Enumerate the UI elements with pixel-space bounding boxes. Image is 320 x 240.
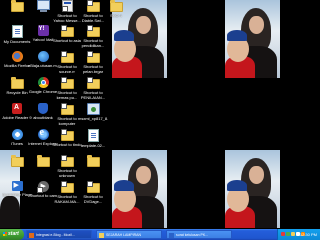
doc-icon	[87, 129, 99, 142]
desktop-icon-label: Shortcut to pendidikan...	[81, 38, 105, 48]
ql-icon	[11, 181, 23, 191]
folder-icon	[86, 155, 100, 167]
desktop-icon-label: template-02...	[80, 143, 106, 148]
shield-icon	[38, 103, 48, 114]
folder-icon	[60, 129, 74, 141]
folder-icon	[60, 77, 74, 89]
doc-icon	[11, 25, 23, 38]
desktop-icon[interactable]: template-02...	[78, 129, 108, 158]
folder-icon	[86, 0, 100, 12]
desktop-icon[interactable]: Shortcut to DVDage...	[78, 181, 108, 210]
system-tray: 12:30 PM	[277, 229, 320, 240]
taskbar-window-button[interactable]: Integrasi e-Blog - Mozil...	[26, 230, 92, 239]
taskbar-window-button[interactable]: surat kelulusan PK...	[166, 230, 232, 239]
computer-icon	[36, 0, 50, 12]
folder-icon	[109, 0, 123, 12]
folder-icon	[60, 103, 74, 115]
desktop-icon-label: Shortcut to PENILAIAN...	[80, 90, 106, 100]
firefox-icon	[11, 51, 23, 62]
desktop-icon[interactable]: msxml_xp817_8...	[78, 103, 108, 132]
desktop: My DocumentsMozilla FirefoxRecycle BinAd…	[0, 0, 320, 229]
desktop-icon-label: Shortcut to DVDage...	[83, 194, 103, 204]
tray-icon[interactable]	[291, 232, 295, 236]
windows-logo-icon	[3, 231, 7, 236]
media-icon	[36, 181, 49, 193]
window-icon	[29, 233, 34, 238]
desktop-icon[interactable]: Shortcut to pendidikan...	[78, 25, 108, 54]
desktop-icon-label: msxml_xp817_8...	[78, 116, 108, 121]
desktop-icon[interactable]	[78, 155, 108, 184]
taskbar-window-label: SEJARAH LAMPIRAN	[106, 233, 142, 237]
ie-icon	[37, 127, 49, 140]
folder-icon	[86, 77, 100, 89]
desktop-icon-label: Shortcut to pelan.brgar	[82, 64, 104, 74]
folder-icon	[10, 77, 24, 89]
yahoo-icon	[37, 25, 49, 36]
window-icon	[169, 233, 174, 238]
desktop-icon[interactable]: SKO 4	[101, 0, 131, 29]
start-label: start	[8, 231, 19, 237]
folder-icon	[60, 181, 74, 193]
folder-icon	[10, 155, 24, 167]
wallpaper-photo	[225, 150, 280, 228]
itunes-icon	[11, 129, 23, 140]
wallpaper-photo	[112, 150, 167, 228]
wallpaper-photo	[225, 0, 280, 78]
tray-icon[interactable]	[286, 232, 290, 236]
desktop-icon[interactable]: Shortcut to PENILAIAN...	[78, 77, 108, 106]
folder-icon	[86, 181, 100, 193]
taskbar-window-button[interactable]: SEJARAH LAMPIRAN	[96, 230, 162, 239]
folder-icon	[60, 25, 74, 37]
exe-icon	[61, 0, 73, 12]
folder-icon	[60, 155, 74, 167]
net-icon	[86, 103, 100, 115]
folder-icon	[36, 155, 50, 167]
folder-icon	[60, 51, 74, 63]
folder-icon	[86, 51, 100, 63]
start-button[interactable]: start	[0, 229, 24, 240]
desktop-icon[interactable]: Shortcut to pelan.brgar	[78, 51, 108, 80]
window-icon	[99, 233, 104, 238]
earth-icon	[37, 51, 49, 62]
taskbar-window-label: surat kelulusan PK...	[176, 233, 209, 237]
clock[interactable]: 12:30 PM	[300, 229, 317, 240]
taskbar-window-label: Integrasi e-Blog - Mozil...	[36, 233, 75, 237]
adobe-icon	[12, 103, 22, 114]
tray-icon[interactable]	[281, 232, 285, 236]
desktop-icon-label: SKO 4	[110, 13, 122, 18]
taskbar: start Integrasi e-Blog - Mozil... SEJARAH…	[0, 229, 320, 240]
chrome-icon	[37, 77, 49, 88]
folder-icon	[86, 25, 100, 37]
folder-icon	[10, 0, 24, 12]
